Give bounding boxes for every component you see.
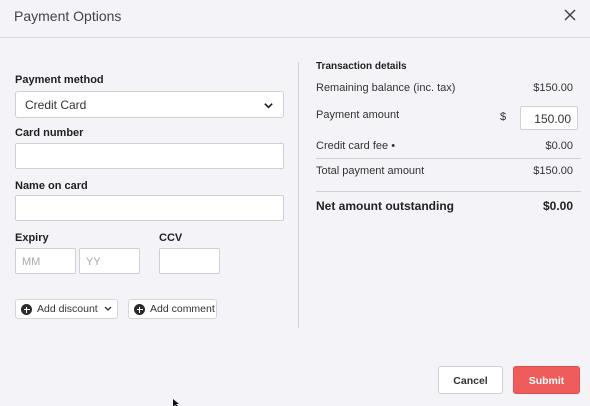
payment-options-modal: Payment Options Payment method Credit Ca…: [0, 0, 590, 406]
cursor-icon: [173, 399, 179, 406]
payment-amount-label: Payment amount: [316, 109, 400, 121]
net-outstanding-value: $0.00: [542, 199, 573, 213]
total-payment-value: $150.00: [533, 165, 573, 177]
plus-circle-icon: [21, 304, 32, 315]
ccv-field[interactable]: [159, 248, 220, 274]
add-discount-label: Add discount: [37, 303, 98, 315]
payment-amount-value: 150.00: [534, 112, 571, 126]
transaction-details-title: Transaction details: [316, 61, 407, 72]
net-outstanding-label: Net amount outstanding: [316, 199, 454, 213]
close-icon[interactable]: [562, 7, 578, 23]
expiry-label: Expiry: [15, 232, 49, 244]
payment-amount-currency: $: [500, 111, 507, 123]
total-payment-label: Total payment amount: [316, 165, 425, 177]
remaining-balance-value: $150.00: [533, 82, 573, 94]
chevron-down-icon: [104, 306, 112, 311]
plus-circle-icon: [134, 304, 145, 315]
credit-card-fee-label: Credit card fee •: [316, 140, 396, 152]
ccv-label: CCV: [159, 232, 183, 244]
add-comment-button[interactable]: Add comment: [128, 299, 217, 319]
expiry-year-field[interactable]: YY: [79, 248, 140, 274]
card-number-label: Card number: [15, 127, 84, 139]
chevron-down-icon: [264, 103, 273, 109]
payment-method-select[interactable]: Credit Card: [15, 91, 284, 118]
column-divider: [298, 62, 299, 328]
modal-title: Payment Options: [14, 8, 122, 24]
credit-card-fee-value: $0.00: [545, 140, 573, 152]
cancel-button[interactable]: Cancel: [438, 366, 503, 394]
submit-button[interactable]: Submit: [513, 366, 580, 394]
remaining-balance-label: Remaining balance (inc. tax): [316, 82, 456, 94]
row-divider: [316, 158, 581, 159]
card-number-field[interactable]: [15, 143, 284, 169]
payment-method-value: Credit Card: [25, 98, 87, 112]
payment-amount-input[interactable]: 150.00: [520, 106, 578, 130]
add-comment-label: Add comment: [150, 303, 215, 315]
expiry-month-placeholder: MM: [22, 256, 41, 268]
name-on-card-label: Name on card: [15, 180, 88, 192]
modal-header: Payment Options: [0, 0, 590, 38]
expiry-year-placeholder: YY: [86, 256, 101, 268]
payment-method-label: Payment method: [15, 74, 104, 86]
add-discount-button[interactable]: Add discount: [15, 299, 118, 319]
name-on-card-field[interactable]: [15, 195, 284, 221]
expiry-month-field[interactable]: MM: [15, 248, 76, 274]
total-divider: [316, 191, 581, 192]
